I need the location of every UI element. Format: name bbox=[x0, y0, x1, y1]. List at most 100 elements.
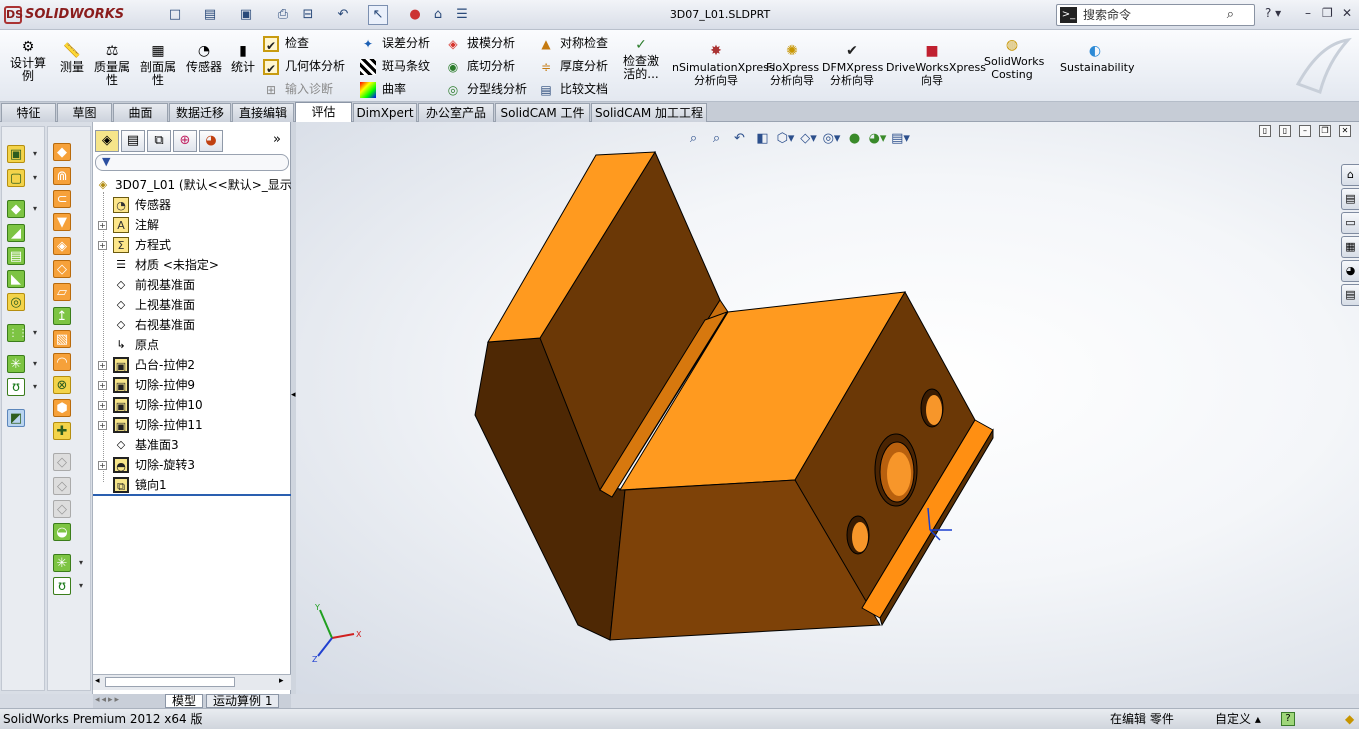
hole-wizard-icon[interactable]: ◎ bbox=[7, 293, 25, 311]
deviation-analysis-button[interactable]: ✦ 误差分析 bbox=[360, 33, 430, 53]
instant3d-icon[interactable]: ◩ bbox=[7, 409, 25, 427]
tree-item[interactable]: + ▣ 切除-拉伸11 bbox=[93, 415, 291, 435]
expand-plus-icon[interactable]: + bbox=[98, 401, 107, 410]
tree-item[interactable]: ◇ 右视基准面 bbox=[93, 315, 291, 335]
floxpress-button[interactable]: ✺ FloXpress 分析向导 bbox=[766, 42, 819, 87]
expand-plus-icon[interactable]: + bbox=[98, 241, 107, 250]
curve-driven-pattern-disabled-icon[interactable]: ◇ bbox=[53, 500, 71, 518]
parting-line-analysis-button[interactable]: ◎ 分型线分析 bbox=[445, 79, 527, 99]
tree-item[interactable]: ☰ 材质 <未指定> bbox=[93, 255, 291, 275]
search-input[interactable]: 搜索命令 bbox=[1083, 8, 1131, 22]
expand-plus-icon[interactable]: + bbox=[98, 361, 107, 370]
tree-item[interactable]: ◇ 前视基准面 bbox=[93, 275, 291, 295]
tab-evaluate[interactable]: 评估 bbox=[295, 102, 352, 123]
simulationxpress-button[interactable]: ✸ nSimulationXpress 分析向导 bbox=[672, 42, 775, 87]
view-palette-icon[interactable]: ▦ bbox=[1341, 236, 1359, 258]
tab-scroll-arrows-icon[interactable]: ◂◂▸▸ bbox=[95, 695, 121, 705]
curvature-button[interactable]: 曲率 bbox=[360, 79, 406, 99]
lofted-cut-icon[interactable]: ▱ bbox=[53, 283, 71, 301]
intersect-icon[interactable]: ✚ bbox=[53, 422, 71, 440]
compare-documents-button[interactable]: ▤ 比较文档 bbox=[538, 79, 608, 99]
measure-button[interactable]: 📏 测量 bbox=[56, 42, 88, 74]
extrude-boss-icon[interactable]: ▣ bbox=[7, 145, 25, 163]
restore-window-icon[interactable]: ❐ bbox=[1322, 6, 1333, 20]
chevron-down-icon[interactable]: ▾ bbox=[33, 204, 37, 213]
expand-panel-icon[interactable]: » bbox=[273, 132, 281, 147]
graphics-area[interactable]: ⌕ ⌕ ↶ ◧ ⬡▾ ◇▾ ◎▾ ● ◕▾ ▤▾ ▯ ▯ – ❐ ✕ X Y Z… bbox=[296, 122, 1359, 694]
tree-item[interactable]: ◇ 上视基准面 bbox=[93, 295, 291, 315]
file-explorer-icon[interactable]: ▭ bbox=[1341, 212, 1359, 234]
open-folder-icon[interactable]: ▤ bbox=[200, 5, 220, 25]
minimize-window-icon[interactable]: – bbox=[1305, 6, 1311, 20]
tree-item[interactable]: ◇ 基准面3 bbox=[93, 435, 291, 455]
draft-analysis-button[interactable]: ◈ 拔模分析 bbox=[445, 33, 515, 53]
dimxpert-manager-tab-icon[interactable]: ⊕ bbox=[173, 130, 197, 152]
sustainability-button[interactable]: ◐ Sustainability bbox=[1060, 42, 1134, 74]
collapse-panel-icon[interactable]: ◂ bbox=[291, 390, 296, 400]
display-manager-tab-icon[interactable]: ◕ bbox=[199, 130, 223, 152]
tab-solidcam-stock[interactable]: SolidCAM 工件 bbox=[495, 103, 590, 122]
chevron-down-icon[interactable]: ▾ bbox=[33, 328, 37, 337]
flex-icon[interactable]: ⬢ bbox=[53, 399, 71, 417]
section-properties-button[interactable]: ▦ 剖面属性 bbox=[137, 42, 179, 87]
check-active-button[interactable]: ✓ 检查激活的... bbox=[620, 36, 662, 81]
mirror-disabled-icon[interactable]: ◇ bbox=[53, 453, 71, 471]
mass-properties-button[interactable]: ⚖ 质量属性 bbox=[90, 42, 134, 87]
tree-root-part[interactable]: ◈ 3D07_L01 (默认<<默认>_显示 bbox=[93, 175, 292, 195]
tab-office-products[interactable]: 办公室产品 bbox=[418, 103, 494, 122]
undercut-analysis-button[interactable]: ◉ 底切分析 bbox=[445, 56, 515, 76]
chevron-down-icon[interactable]: ▾ bbox=[79, 558, 83, 567]
swept-cut-icon[interactable]: ◇ bbox=[53, 260, 71, 278]
reference-axis-icon[interactable]: ✳ bbox=[53, 554, 71, 572]
undo-icon[interactable]: ↶ bbox=[333, 5, 353, 25]
thickness-analysis-button[interactable]: ≑ 厚度分析 bbox=[538, 56, 608, 76]
print-preview-icon[interactable]: ⊟ bbox=[298, 5, 318, 25]
tag-icon[interactable]: ◆ bbox=[1345, 709, 1354, 729]
linear-pattern-icon[interactable]: ⋮⋮ bbox=[7, 324, 28, 342]
tab-features[interactable]: 特征 bbox=[1, 103, 56, 122]
draft-icon[interactable]: ◣ bbox=[7, 270, 25, 288]
reference-geometry-icon[interactable]: ✳ bbox=[7, 355, 25, 373]
import-diagnostics-button[interactable]: ⊞ 输入诊断 bbox=[263, 79, 333, 99]
scroll-right-icon[interactable]: ▸ bbox=[279, 676, 284, 686]
tree-item[interactable]: + ◓ 切除-旋转3 bbox=[93, 455, 291, 475]
search-icon[interactable]: ⌕ bbox=[1227, 5, 1234, 25]
rebuild-traffic-light-icon[interactable]: ● bbox=[405, 5, 425, 25]
tree-item[interactable]: + Σ 方程式 bbox=[93, 235, 291, 255]
tab-sketch[interactable]: 草图 bbox=[57, 103, 112, 122]
help-icon[interactable]: ? ▾ bbox=[1265, 6, 1281, 20]
tab-surfaces[interactable]: 曲面 bbox=[113, 103, 168, 122]
tree-horizontal-scrollbar[interactable]: ◂ ▸ bbox=[93, 674, 291, 690]
property-manager-tab-icon[interactable]: ▤ bbox=[121, 130, 145, 152]
select-arrow-icon[interactable]: ↖ bbox=[368, 5, 388, 25]
tree-item[interactable]: ◔ 传感器 bbox=[93, 195, 291, 215]
search-commands-box[interactable]: >_ 搜索命令 ⌕ bbox=[1056, 4, 1255, 26]
lofted-boss-icon[interactable]: ⋒ bbox=[53, 167, 71, 185]
dome-icon[interactable]: ⊗ bbox=[53, 376, 71, 394]
tree-filter[interactable]: ▼ bbox=[95, 154, 289, 171]
help-status-icon[interactable]: ? bbox=[1281, 712, 1295, 726]
chevron-down-icon[interactable]: ▾ bbox=[33, 359, 37, 368]
revolved-cut-icon[interactable]: ◈ bbox=[53, 237, 71, 255]
driveworksxpress-button[interactable]: ■ DriveWorksXpress 向导 bbox=[886, 42, 986, 87]
symmetry-check-button[interactable]: ▲ 对称检查 bbox=[538, 33, 608, 53]
boundary-boss-icon[interactable]: ⊂ bbox=[53, 190, 71, 208]
extruded-cut-icon[interactable]: ▼ bbox=[53, 213, 71, 231]
circular-pattern-disabled-icon[interactable]: ◇ bbox=[53, 477, 71, 495]
rollback-bar[interactable] bbox=[93, 494, 291, 496]
chevron-down-icon[interactable]: ▾ bbox=[79, 581, 83, 590]
appearances-icon[interactable]: ◕ bbox=[1341, 260, 1359, 282]
fillet-icon[interactable]: ◆ bbox=[7, 200, 25, 218]
expand-plus-icon[interactable]: + bbox=[98, 381, 107, 390]
new-document-icon[interactable]: □ bbox=[165, 5, 185, 25]
swept-boss-icon[interactable]: ◆ bbox=[53, 143, 71, 161]
feature-manager-tab-icon[interactable]: ◈ bbox=[95, 130, 119, 152]
scrollbar-thumb[interactable] bbox=[105, 677, 235, 687]
tree-item[interactable]: + A 注解 bbox=[93, 215, 291, 235]
chevron-down-icon[interactable]: ▾ bbox=[33, 173, 37, 182]
zebra-stripes-button[interactable]: 斑马条纹 bbox=[360, 56, 430, 76]
dfmxpress-button[interactable]: ✔ DFMXpress 分析向导 bbox=[822, 42, 883, 87]
tab-solidcam-machining[interactable]: SolidCAM 加工工程 bbox=[591, 103, 707, 122]
expand-plus-icon[interactable]: + bbox=[98, 221, 107, 230]
check-button[interactable]: ✔ 检查 bbox=[263, 33, 309, 53]
